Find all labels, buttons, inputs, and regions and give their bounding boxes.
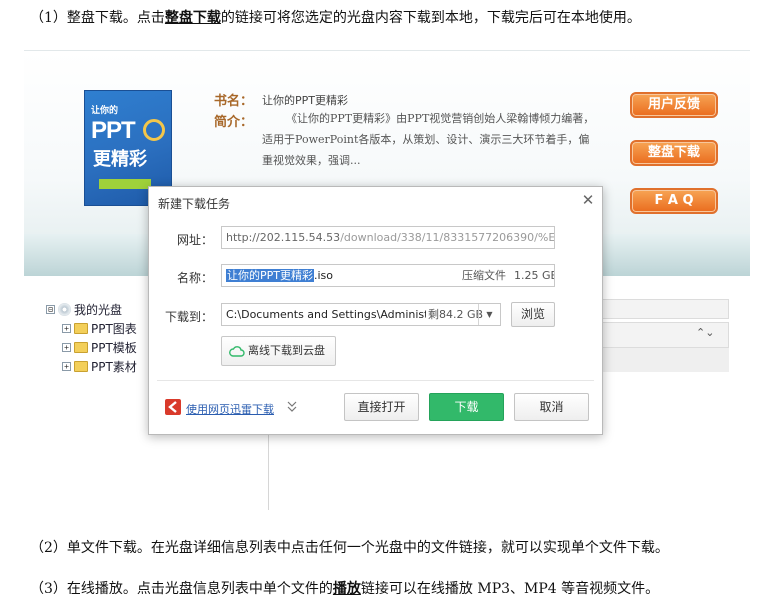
tree-item[interactable]: + PPT素材 [62,357,137,375]
dialog-title: 新建下载任务 [158,197,231,211]
cloud-icon [229,346,245,357]
file-size: 1.25 GB [514,269,555,282]
folder-icon [74,360,88,372]
save-path-select[interactable]: C:\Documents and Settings\Administrator\… [221,303,501,326]
xunlei-logo-icon [165,399,181,415]
cancel-button[interactable]: 取消 [514,393,589,421]
table-search-field[interactable] [599,299,729,319]
table-column-header[interactable]: ⌃⌄ [599,322,729,348]
url-label: 网址： [176,233,213,247]
book-name-label: 书名： [214,94,254,109]
download-all-emphasis: 整盘下载 [164,10,221,26]
table-row[interactable] [599,348,729,372]
paragraph-3: （3）在线播放。点击光盘信息列表中单个文件的播放链接可以在线播放 MP3、MP4… [30,581,660,597]
close-icon[interactable]: ✕ [579,191,597,209]
name-label: 名称： [176,271,213,285]
book-intro: 《让你的PPT更精彩》由PPT视觉营销创始人梁翰博倾力编著， 适用于PowerP… [262,112,595,167]
web-xunlei-download-link[interactable]: 使用网页迅雷下载 [186,401,274,417]
collapse-icon[interactable]: ⊟ [46,304,55,314]
play-emphasis: 播放 [332,581,361,597]
folder-icon [74,322,88,334]
expand-icon[interactable]: + [62,342,71,352]
cover-stripe [99,179,151,189]
tree-item[interactable]: + PPT图表 [62,319,137,337]
faq-button[interactable]: F A Q [630,188,718,214]
dialog-separator [157,380,594,381]
open-directly-button[interactable]: 直接打开 [344,393,419,421]
double-chevron-down-icon[interactable] [287,401,297,413]
expand-icon[interactable]: + [62,361,71,371]
download-button[interactable]: 下载 [429,393,504,421]
file-type: 压缩文件 [462,269,506,282]
url-field[interactable]: http://202.115.54.53/download/338/11/833… [221,226,555,249]
sort-icon[interactable]: ⌃⌄ [696,326,714,339]
disc-icon [58,302,71,316]
book-name-value: 让你的PPT更精彩 [262,94,348,107]
dropdown-arrow-icon[interactable]: ▼ [478,304,500,325]
cover-ring-icon [143,119,165,141]
browse-button[interactable]: 浏览 [511,302,555,327]
save-to-label: 下载到： [164,310,213,324]
download-all-button[interactable]: 整盘下载 [630,140,718,166]
paragraph-2: （2）单文件下载。在光盘详细信息列表中点击任何一个光盘中的文件链接，就可以实现单… [30,540,669,556]
folder-icon [74,341,88,353]
offline-cloud-download-button[interactable]: 离线下载到云盘 [221,336,336,366]
book-intro-label: 简介： [214,115,254,130]
paragraph-1: （1）整盘下载。点击整盘下载的链接可将您选定的光盘内容下载到本地，下载完后可在本… [30,10,641,26]
user-feedback-button[interactable]: 用户反馈 [630,92,718,118]
expand-icon[interactable]: + [62,323,71,333]
file-name-field[interactable]: 让你的PPT更精彩.iso 压缩文件 1.25 GB [221,264,555,287]
tree-item[interactable]: + PPT模板 [62,338,137,356]
new-download-dialog: 新建下载任务 ✕ 网址： http://202.115.54.53/downlo… [148,186,603,435]
free-space: 剩84.2 GB [428,308,484,321]
tree-root[interactable]: ⊟ 我的光盘 [46,300,122,318]
